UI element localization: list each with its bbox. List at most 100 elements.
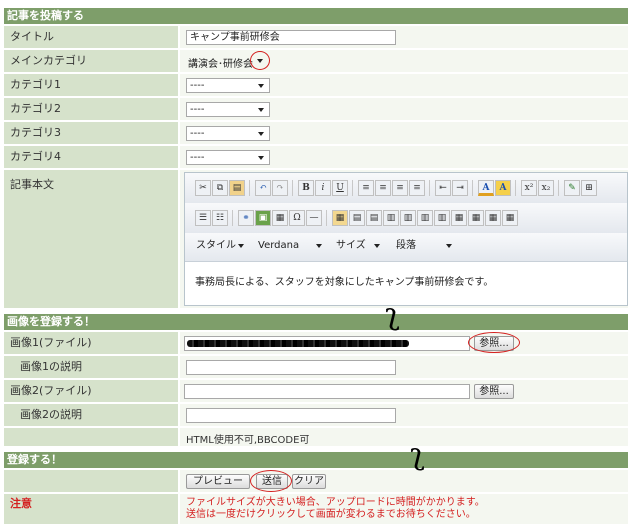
link-icon[interactable]: ⚭	[238, 210, 254, 226]
table-props-icon[interactable]: ▦	[485, 210, 501, 226]
toolbar-divider	[429, 180, 430, 196]
category2-value: ----	[190, 104, 205, 115]
font-select-label: Verdana	[258, 240, 300, 251]
indent-icon[interactable]: ⇥	[452, 180, 468, 196]
superscript-button[interactable]: x²	[521, 180, 537, 196]
table-insert-icon[interactable]: ▦	[332, 210, 348, 226]
title-input[interactable]: キャンプ事前研修会	[186, 30, 396, 45]
size-select[interactable]: サイズ	[333, 239, 385, 254]
align-justify-icon[interactable]: ≡	[409, 180, 425, 196]
body-cell: ✂ ⧉ ▤ ↶ ↷ B i U ≡ ≡ ≡ ≡ ⇤ ⇥ A A x² x₂ ✎	[180, 170, 628, 308]
toolbar-divider	[249, 180, 250, 196]
image2-file-input[interactable]	[184, 384, 470, 399]
toolbar-divider	[352, 180, 353, 196]
align-left-icon[interactable]: ≡	[358, 180, 374, 196]
paragraph-select-label: 段落	[396, 240, 416, 251]
title-cell: キャンプ事前研修会	[180, 26, 628, 48]
outdent-icon[interactable]: ⇤	[435, 180, 451, 196]
bold-button[interactable]: B	[298, 180, 314, 196]
title-label: タイトル	[4, 26, 178, 48]
rich-text-editor[interactable]: ✂ ⧉ ▤ ↶ ↷ B i U ≡ ≡ ≡ ≡ ⇤ ⇥ A A x² x₂ ✎	[184, 172, 628, 306]
chevron-down-icon	[258, 84, 264, 88]
category3-cell: ----	[180, 122, 628, 144]
category1-value: ----	[190, 80, 205, 91]
image1-label: 画像1(ファイル)	[4, 332, 178, 354]
image1-cell: 参照...	[180, 332, 628, 354]
image1-desc-cell	[180, 356, 628, 378]
image2-browse-button[interactable]: 参照...	[474, 384, 514, 399]
toolbar-divider	[326, 210, 327, 226]
chevron-down-icon	[374, 244, 380, 248]
cut-icon[interactable]: ✂	[195, 180, 211, 196]
redo-icon[interactable]: ↷	[272, 180, 288, 196]
image2-desc-input[interactable]	[186, 408, 396, 423]
image-icon[interactable]: ▣	[255, 210, 271, 226]
main-category-cell: 講演会･研修会	[180, 50, 628, 72]
body-label: 記事本文	[4, 170, 178, 308]
table-row-after-icon[interactable]: ▤	[366, 210, 382, 226]
annotation-circle	[468, 332, 520, 353]
image1-desc-label: 画像1の説明	[4, 356, 178, 378]
note-cell: HTML使用不可,BBCODE可	[180, 428, 628, 446]
underline-button[interactable]: U	[332, 180, 348, 196]
paste-icon[interactable]: ▤	[229, 180, 245, 196]
bullet-list-icon[interactable]: ☰	[195, 210, 211, 226]
squiggle-mark: ʅ	[410, 437, 425, 472]
caution-cell: ファイルサイズが大きい場合、アップロードに時間がかかります。 送信は一度だけクリ…	[180, 494, 628, 524]
edit-source-icon[interactable]: ✎	[564, 180, 580, 196]
horizontal-rule-icon[interactable]: —	[306, 210, 322, 226]
image1-desc-input[interactable]	[186, 360, 396, 375]
numbered-list-icon[interactable]: ☷	[212, 210, 228, 226]
italic-button[interactable]: i	[315, 180, 331, 196]
category2-label: カテゴリ2	[4, 98, 178, 120]
image2-desc-label: 画像2の説明	[4, 404, 178, 426]
image2-label: 画像2(ファイル)	[4, 380, 178, 402]
editor-toolbar-row3: スタイル Verdana サイズ 段落	[185, 233, 627, 262]
table-split-icon[interactable]: ▦	[451, 210, 467, 226]
editor-toolbar-row1: ✂ ⧉ ▤ ↶ ↷ B i U ≡ ≡ ≡ ≡ ⇤ ⇥ A A x² x₂ ✎	[185, 173, 627, 203]
category3-value: ----	[190, 128, 205, 139]
table-row-delete-icon[interactable]: ▥	[383, 210, 399, 226]
image1-file-input[interactable]	[184, 336, 470, 351]
category1-select[interactable]: ----	[186, 78, 270, 93]
post-section-header: 記事を投稿する	[4, 8, 628, 24]
table-grid-icon[interactable]: ⊞	[581, 180, 597, 196]
media-icon[interactable]: ▦	[272, 210, 288, 226]
table-merge-icon[interactable]: ▦	[468, 210, 484, 226]
chevron-down-icon	[316, 244, 322, 248]
caution-line2: 送信は一度だけクリックして画面が変わるまでお待ちください。	[186, 509, 476, 520]
note-label-cell	[4, 428, 178, 446]
highlight-color-icon[interactable]: A	[495, 180, 511, 196]
align-center-icon[interactable]: ≡	[375, 180, 391, 196]
undo-icon[interactable]: ↶	[255, 180, 271, 196]
clear-button[interactable]: クリア	[292, 474, 326, 489]
image2-cell: 参照...	[180, 380, 628, 402]
main-category-select[interactable]: 講演会･研修会	[188, 55, 253, 70]
category2-cell: ----	[180, 98, 628, 120]
category2-select[interactable]: ----	[186, 102, 270, 117]
squiggle-mark: ʅ	[385, 297, 400, 332]
table-col-after-icon[interactable]: ▥	[417, 210, 433, 226]
text-color-icon[interactable]: A	[478, 180, 494, 196]
preview-button[interactable]: プレビュー	[186, 474, 250, 489]
paragraph-select[interactable]: 段落	[393, 239, 457, 254]
table-cell-icon[interactable]: ▦	[502, 210, 518, 226]
editor-content[interactable]: 事務局長による、スタッフを対象にしたキャンプ事前研修会です。	[195, 273, 493, 288]
subscript-button[interactable]: x₂	[538, 180, 554, 196]
table-col-before-icon[interactable]: ▥	[400, 210, 416, 226]
font-select[interactable]: Verdana	[255, 239, 327, 254]
table-row-before-icon[interactable]: ▤	[349, 210, 365, 226]
table-col-delete-icon[interactable]: ▥	[434, 210, 450, 226]
style-select[interactable]: スタイル	[193, 239, 249, 254]
chevron-down-icon	[258, 156, 264, 160]
align-right-icon[interactable]: ≡	[392, 180, 408, 196]
caution-label: 注意	[4, 494, 178, 524]
category3-label: カテゴリ3	[4, 122, 178, 144]
category4-select[interactable]: ----	[186, 150, 270, 165]
category3-select[interactable]: ----	[186, 126, 270, 141]
copy-icon[interactable]: ⧉	[212, 180, 228, 196]
category4-value: ----	[190, 152, 205, 163]
chevron-down-icon	[258, 108, 264, 112]
special-char-icon[interactable]: Ω	[289, 210, 305, 226]
main-category-label: メインカテゴリ	[4, 50, 178, 72]
